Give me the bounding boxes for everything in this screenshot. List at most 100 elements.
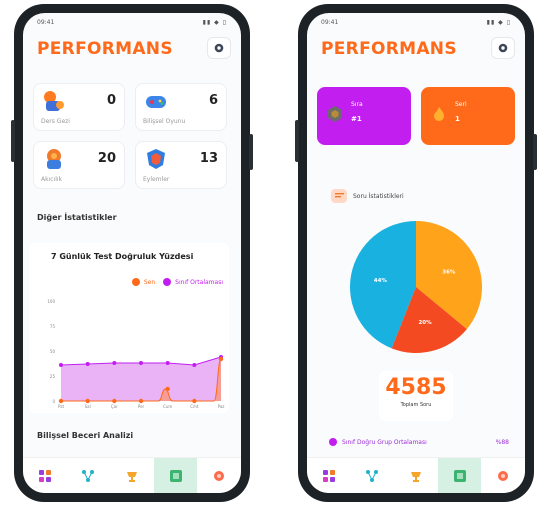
settings-button[interactable] — [491, 37, 515, 59]
grid-icon — [38, 469, 51, 482]
chart-icon — [453, 469, 466, 482]
accuracy-line-chart: 0 25 50 75 100 Pzt Sal Çar Per Cum Cmt Paz — [47, 299, 224, 409]
nav-grid[interactable] — [307, 458, 351, 493]
y-tick-label: 50 — [50, 349, 56, 354]
stat-card-ders-gezi[interactable]: 0 Ders Gezi — [33, 83, 125, 131]
x-tick-label: Per — [138, 404, 145, 409]
nav-profile[interactable] — [197, 458, 241, 493]
class-point — [59, 363, 63, 367]
rank-title: Seri — [455, 101, 467, 108]
class-point — [112, 361, 117, 365]
class-point — [85, 362, 90, 366]
class-point — [165, 361, 170, 365]
nav-profile[interactable] — [481, 458, 525, 493]
y-tick-label: 100 — [47, 299, 55, 304]
settings-button[interactable] — [207, 37, 231, 59]
group-value: %88 — [495, 438, 509, 446]
brain-icon — [47, 149, 61, 169]
stat-label: Akıcılık — [41, 176, 63, 183]
brand-title: PERFORMANS — [37, 39, 173, 59]
nav-performance[interactable] — [153, 458, 198, 493]
other-stats-title: Diğer İstatistikler — [37, 213, 117, 222]
rank-card-sira[interactable]: Sıra #1 — [317, 87, 411, 145]
brand-title: PERFORMANS — [321, 39, 457, 59]
sen-point — [192, 398, 197, 404]
stat-value: 6 — [208, 93, 218, 108]
status-bar: 09:41 ▮▮ ◆ ▯ — [37, 19, 227, 29]
x-tick-label: Pzt — [58, 404, 65, 409]
stat-label: Bilişsel Oyunu — [143, 118, 186, 125]
stat-card-eylemler[interactable]: 13 Eylemler — [135, 141, 227, 189]
total-label: Toplam Soru — [400, 402, 432, 408]
bottom-nav — [307, 457, 525, 493]
gear-icon — [498, 43, 508, 53]
flower-icon — [214, 470, 225, 481]
y-tick-label: 0 — [52, 399, 55, 404]
nav-network[interactable] — [351, 458, 395, 493]
soru-stats-title: Soru İstatistikleri — [353, 192, 404, 200]
stat-card-akicilik[interactable]: 20 Akıcılık — [33, 141, 125, 189]
x-tick-label: Cum — [163, 404, 172, 409]
stat-value: 13 — [199, 151, 218, 166]
y-tick-label: 75 — [50, 324, 56, 329]
y-tick-label: 25 — [50, 374, 56, 379]
nav-network[interactable] — [67, 458, 111, 493]
trophy-icon — [126, 471, 137, 482]
stat-value: 20 — [97, 151, 116, 166]
trophy-icon — [410, 471, 421, 482]
right-phone: 09:41 ▮▮ ◆ ▯ PERFORMANS Sıra #1 Seri 1 S… — [295, 4, 537, 502]
x-tick-label: Sal — [85, 404, 91, 409]
group-dot — [329, 438, 337, 446]
sen-point — [165, 386, 170, 392]
right-screen: 09:41 ▮▮ ◆ ▯ PERFORMANS Sıra #1 Seri 1 S… — [307, 13, 525, 493]
rank-card-seri[interactable]: Seri 1 — [421, 87, 515, 145]
status-bar: 09:41 ▮▮ ◆ ▯ — [321, 19, 511, 29]
sen-point — [58, 398, 64, 404]
status-time: 09:41 — [321, 19, 339, 26]
nav-performance[interactable] — [437, 458, 482, 493]
nav-grid[interactable] — [23, 458, 67, 493]
class-group-average-row: Sınıf Doğru Grup Ortalaması %88 — [329, 435, 509, 449]
volume-button — [295, 120, 299, 162]
left-phone: 09:41 ▮▮ ◆ ▯ PERFORMANS 0 Ders Gezi 6 Bi… — [11, 4, 253, 502]
chart-icon — [169, 469, 182, 482]
flower-icon — [498, 470, 509, 481]
stat-card-bilissel-oyunu[interactable]: 6 Bilişsel Oyunu — [135, 83, 227, 131]
power-button — [249, 134, 253, 170]
status-time: 09:41 — [37, 19, 55, 26]
list-icon — [331, 189, 347, 203]
flame-icon — [434, 107, 444, 121]
hexagon-badge-icon — [328, 106, 342, 122]
status-icons: ▮▮ ◆ ▯ — [486, 19, 511, 26]
gamepad-icon — [146, 96, 166, 108]
nav-trophy[interactable] — [394, 458, 438, 493]
pie-label: 36% — [442, 270, 456, 276]
power-button — [533, 134, 537, 170]
cognitive-title: Bilişsel Beceri Analizi — [37, 431, 134, 440]
volume-button — [11, 120, 15, 162]
soru-pie-chart: 44% 36% 20% — [350, 221, 482, 353]
x-tick-label: Çar — [111, 404, 118, 409]
rank-value: #1 — [351, 115, 362, 123]
status-icons: ▮▮ ◆ ▯ — [202, 19, 227, 26]
class-point — [192, 363, 197, 367]
sen-point — [85, 398, 90, 404]
accuracy-chart-card: 7 Günlük Test Doğruluk Yüzdesi Sen Sınıf… — [29, 243, 229, 413]
shield-badge-icon — [147, 149, 165, 169]
basketball-kid-icon — [44, 91, 64, 111]
left-screen: 09:41 ▮▮ ◆ ▯ PERFORMANS 0 Ders Gezi 6 Bi… — [23, 13, 241, 493]
stat-value: 0 — [106, 93, 116, 108]
soru-stats-header: Soru İstatistikleri — [331, 189, 404, 203]
bottom-nav — [23, 457, 241, 493]
stat-label: Ders Gezi — [41, 118, 70, 125]
x-tick-label: Cmt — [190, 404, 199, 409]
sen-point — [112, 398, 117, 404]
sen-point — [218, 356, 224, 362]
nav-trophy[interactable] — [110, 458, 154, 493]
total-value: 4585 — [385, 375, 447, 400]
gear-icon — [214, 43, 224, 53]
pie-label: 44% — [374, 278, 388, 284]
rank-title: Sıra — [351, 101, 363, 108]
sen-point — [138, 398, 144, 404]
stat-label: Eylemler — [143, 176, 170, 183]
